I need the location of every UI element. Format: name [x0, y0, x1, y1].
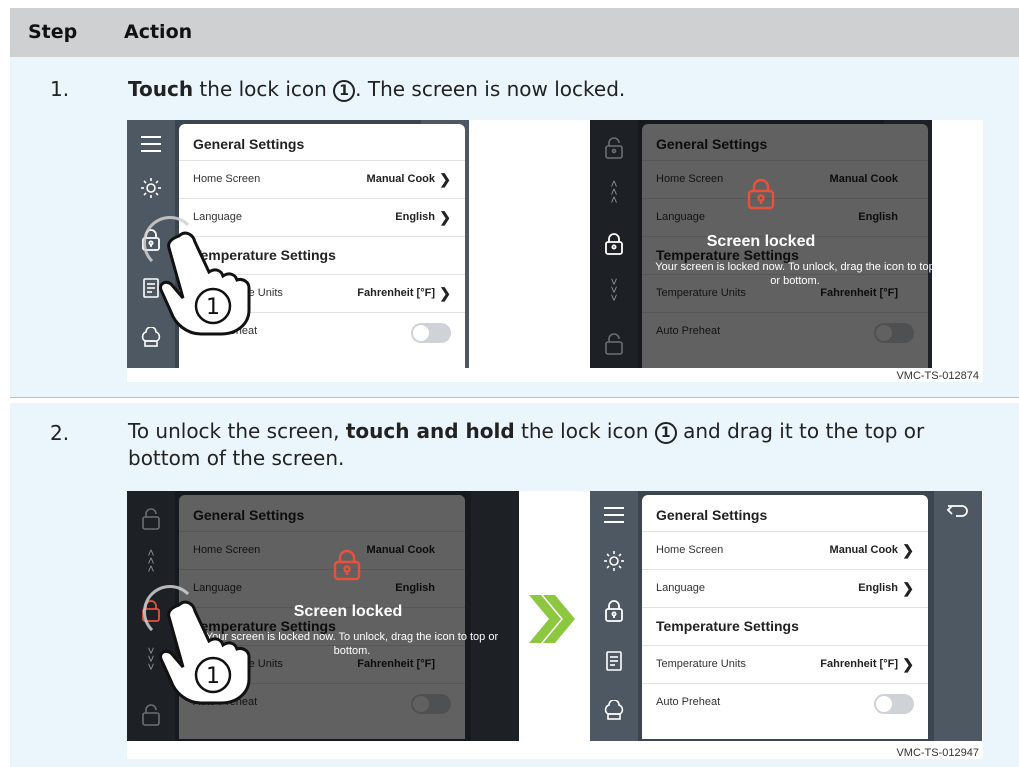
- figure: General Settings Home ScreenManual Cook …: [127, 491, 983, 759]
- brightness-icon[interactable]: [127, 168, 175, 208]
- temp-units-row[interactable]: Temperature Units Fahrenheit [°F] ❯: [642, 645, 928, 683]
- home-screen-row[interactable]: Home Screen Manual Cook ❯: [179, 160, 465, 198]
- auto-preheat-toggle[interactable]: [411, 323, 451, 343]
- row-value: Manual Cook: [829, 544, 898, 556]
- col-step-header: Step: [28, 21, 78, 43]
- temperature-settings-title: Temperature Settings: [656, 618, 799, 634]
- unlock-icon: [590, 324, 638, 364]
- brightness-icon[interactable]: [590, 541, 638, 581]
- chevron-icon: ❯: [439, 171, 451, 187]
- row-label: Auto Preheat: [656, 696, 721, 708]
- callout-marker: 1: [333, 80, 356, 102]
- row-label: Language: [656, 582, 705, 594]
- instruction-text: the lock icon: [193, 77, 334, 101]
- oven-screen-unlocked-result: General Settings Home Screen Manual Cook…: [590, 491, 982, 741]
- step-row-1: 1. Touch the lock icon 1. The screen is …: [10, 57, 1019, 397]
- step-instruction: To unlock the screen, touch and hold the…: [128, 418, 998, 472]
- chevron-icon: ❯: [439, 209, 451, 225]
- table-header: Step Action: [10, 8, 1019, 57]
- row-value: English: [858, 582, 898, 594]
- instruction-text: . The screen is now locked.: [355, 77, 626, 101]
- row-value: English: [395, 211, 435, 223]
- step-number: 1.: [50, 77, 70, 101]
- instruction-text: the lock icon: [514, 419, 655, 443]
- chevron-icon: ❯: [439, 285, 451, 301]
- figure-id: VMC-TS-012947: [896, 747, 979, 759]
- instruction-bold: touch and hold: [345, 419, 515, 443]
- step-number: 2.: [50, 421, 70, 445]
- chevron-icon: ❯: [902, 580, 914, 596]
- oven-screen-dragging: General Settings Home ScreenManual Cook …: [127, 491, 519, 741]
- figure-id: VMC-TS-012874: [896, 370, 979, 382]
- settings-panel: General Settings Home Screen Manual Cook…: [642, 495, 928, 739]
- general-settings-title: General Settings: [656, 507, 768, 523]
- step-instruction: Touch the lock icon 1. The screen is now…: [128, 76, 998, 103]
- recipe-book-icon[interactable]: [590, 641, 638, 681]
- callout-marker: 1: [654, 422, 677, 444]
- instruction-text: To unlock the screen,: [128, 419, 346, 443]
- home-screen-row[interactable]: Home Screen Manual Cook ❯: [642, 531, 928, 569]
- back-arrow-icon[interactable]: [934, 491, 982, 531]
- auto-preheat-toggle[interactable]: [874, 694, 914, 714]
- hand-pointer-icon: 1: [157, 228, 267, 338]
- menu-icon[interactable]: [590, 495, 638, 535]
- row-value: Fahrenheit [°F]: [820, 658, 898, 670]
- instruction-bold: Touch: [128, 77, 194, 101]
- lock-title: Screen locked: [706, 233, 816, 250]
- right-bar: [934, 491, 982, 741]
- lock-icon[interactable]: [590, 591, 638, 631]
- next-arrow-icon: [527, 589, 575, 649]
- row-label: Home Screen: [193, 173, 261, 185]
- svg-text:1: 1: [206, 664, 220, 689]
- chef-hat-icon[interactable]: [590, 691, 638, 731]
- large-lock-icon: [747, 178, 775, 215]
- auto-preheat-row: Auto Preheat: [642, 683, 928, 721]
- col-action-header: Action: [124, 21, 193, 43]
- figure: General Settings Home Screen Manual Cook…: [127, 120, 983, 382]
- oven-screen-locked: General Settings Home ScreenManual Cook …: [590, 120, 932, 368]
- row-value: Manual Cook: [366, 173, 435, 185]
- row-label: Home Screen: [656, 544, 724, 556]
- chevron-down-icon: ˅ ˅ ˅: [610, 275, 618, 305]
- row-label: Temperature Units: [656, 658, 746, 670]
- general-settings-title: General Settings: [193, 136, 305, 152]
- unlock-icon: [127, 499, 175, 539]
- svg-text:1: 1: [206, 295, 220, 320]
- row-value: Fahrenheit [°F]: [357, 287, 435, 299]
- hand-pointer-icon: 1: [157, 597, 267, 707]
- menu-icon[interactable]: [127, 124, 175, 164]
- language-row[interactable]: Language English ❯: [642, 569, 928, 607]
- sidebar: [590, 491, 638, 741]
- lock-message: Your screen is locked now. To unlock, dr…: [655, 261, 932, 287]
- chevron-up-icon: ˄ ˄ ˄: [610, 177, 618, 207]
- row-label: Language: [193, 211, 242, 223]
- oven-screen-unlocked: General Settings Home Screen Manual Cook…: [127, 120, 469, 368]
- unlock-icon: [590, 128, 638, 168]
- chevron-icon: ❯: [902, 542, 914, 558]
- chevron-icon: ❯: [902, 656, 914, 672]
- large-lock-icon: [333, 549, 361, 586]
- chevron-up-icon: ˄ ˄ ˄: [147, 546, 155, 576]
- step-row-2: 2. To unlock the screen, touch and hold …: [10, 403, 1019, 767]
- temperature-section: Temperature Settings: [642, 607, 928, 645]
